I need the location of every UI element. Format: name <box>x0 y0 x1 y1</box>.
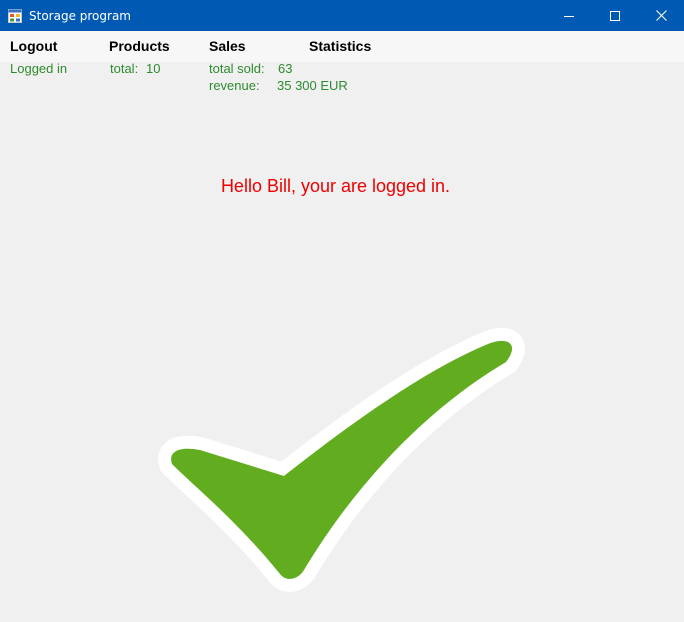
app-window: Storage program Logout Products Sales St… <box>0 0 684 622</box>
products-total-label: total: <box>110 61 139 76</box>
menu-bar: Logout Products Sales Statistics <box>0 31 684 62</box>
checkmark-icon <box>158 327 525 592</box>
maximize-button[interactable] <box>592 0 638 31</box>
menu-sales[interactable]: Sales <box>209 38 246 55</box>
minimize-icon <box>564 15 574 17</box>
login-status: Logged in <box>10 61 68 76</box>
minimize-button[interactable] <box>546 0 592 31</box>
products-total-value: 10 <box>146 61 161 76</box>
menu-products[interactable]: Products <box>109 38 170 55</box>
title-bar[interactable]: Storage program <box>0 0 684 31</box>
maximize-icon <box>610 10 620 21</box>
menu-logout[interactable]: Logout <box>10 38 57 55</box>
revenue-label: revenue: <box>209 78 260 93</box>
total-sold-value: 63 <box>278 61 293 76</box>
close-button[interactable] <box>638 0 684 31</box>
greeting-message: Hello Bill, your are logged in. <box>220 176 451 196</box>
menu-statistics[interactable]: Statistics <box>309 38 371 55</box>
app-icon[interactable] <box>8 8 22 23</box>
window-title: Storage program <box>29 9 131 23</box>
total-sold-label: total sold: <box>209 61 265 76</box>
close-icon <box>655 10 667 21</box>
revenue-value: 35 300 EUR <box>277 78 348 93</box>
